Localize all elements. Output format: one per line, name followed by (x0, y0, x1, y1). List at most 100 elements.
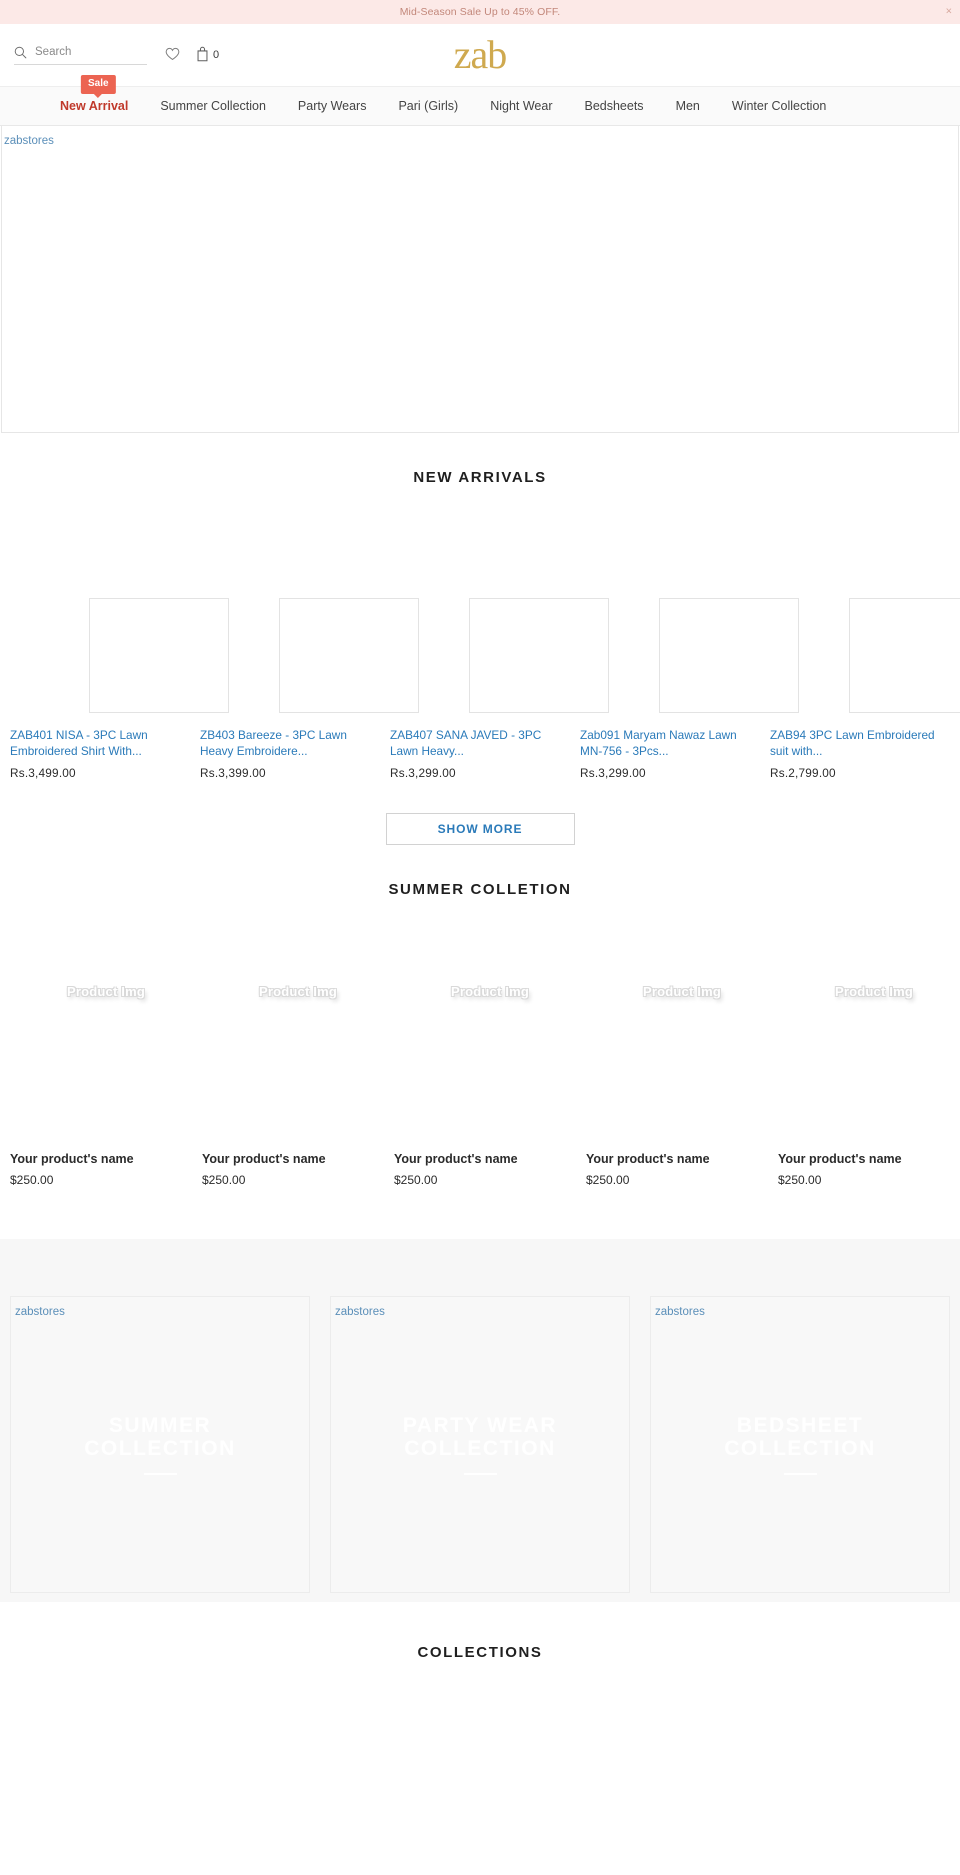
product-image-placeholder: Product Img (586, 954, 778, 1092)
product-title[interactable]: Your product's name (586, 1152, 778, 1166)
search-box[interactable] (14, 46, 147, 65)
cart-button[interactable]: 0 (196, 46, 219, 65)
placeholder-label: Product Img (258, 983, 338, 999)
new-arrivals-title: NEW ARRIVALS (413, 469, 547, 486)
announcement-text: Mid-Season Sale Up to 45% OFF. (399, 6, 561, 18)
product-card[interactable]: ZAB401 NISA - 3PC Lawn Embroidered Shirt… (10, 598, 229, 780)
product-card[interactable]: Product Img Your product's name $250.00 (202, 954, 394, 1187)
summer-collection-title: SUMMER COLLETION (388, 880, 572, 898)
announcement-bar: Mid-Season Sale Up to 45% OFF. × (0, 0, 960, 24)
hero-image-alt: zabstores (4, 135, 54, 147)
product-card[interactable]: ZAB94 3PC Lawn Embroidered suit with... … (770, 598, 960, 780)
search-input[interactable] (35, 46, 147, 58)
product-title[interactable]: Your product's name (778, 1152, 960, 1166)
product-image-frame (849, 598, 960, 713)
nav-label: Pari (Girls) (398, 99, 459, 113)
product-title[interactable]: Your product's name (202, 1152, 394, 1166)
product-price: $250.00 (394, 1172, 438, 1187)
nav-label: Party Wears (297, 99, 367, 113)
collection-card-bedsheet[interactable]: zabstores BEDSHEET COLLECTION (650, 1295, 950, 1593)
collections-section-title: COLLECTIONS (417, 1643, 543, 1661)
collection-overlay: SUMMER COLLECTION (11, 1414, 309, 1475)
nav-item-winter-collection[interactable]: Winter Collection (732, 99, 826, 113)
collection-title-line2: COLLECTION (724, 1437, 876, 1461)
collection-card-summer[interactable]: zabstores SUMMER COLLECTION (10, 1295, 310, 1593)
banner-image-alt: zabstores (335, 1305, 385, 1318)
product-price: Rs.3,399.00 (200, 765, 266, 780)
nav-label: Men (675, 99, 700, 113)
product-card[interactable]: Product Img Your product's name $250.00 (586, 954, 778, 1187)
collection-title-line2: COLLECTION (84, 1437, 236, 1461)
main-navigation: Sale New Arrival Summer Collection Party… (0, 75, 960, 126)
divider (783, 1472, 817, 1475)
product-price: Rs.2,799.00 (770, 765, 836, 780)
hero-banner[interactable]: zabstores (1, 126, 959, 433)
collection-title-line2: COLLECTION (404, 1437, 556, 1461)
product-image-placeholder: Product Img (394, 954, 586, 1092)
nav-item-bedsheets[interactable]: Bedsheets (584, 99, 643, 113)
site-header: 0 zab (0, 24, 960, 86)
placeholder-label: Product Img (834, 983, 914, 999)
product-card[interactable]: ZAB407 SANA JAVED - 3PC Lawn Heavy... Rs… (390, 598, 609, 780)
product-price: $250.00 (10, 1172, 54, 1187)
product-title[interactable]: ZAB401 NISA - 3PC Lawn Embroidered Shirt… (10, 727, 200, 760)
product-price: Rs.3,499.00 (10, 765, 76, 780)
nav-item-summer-collection[interactable]: Summer Collection (160, 99, 266, 113)
cart-count: 0 (213, 49, 220, 61)
nav-label: Night Wear (490, 99, 553, 113)
collection-banners-section: zabstores SUMMER COLLECTION zabstores PA… (0, 1238, 960, 1602)
collection-title-line1: BEDSHEET (736, 1413, 864, 1437)
collection-banner-row: zabstores SUMMER COLLECTION zabstores PA… (10, 1295, 950, 1593)
nav-item-night-wear[interactable]: Night Wear (490, 99, 552, 113)
nav-label: Summer Collection (160, 99, 266, 113)
collection-overlay: BEDSHEET COLLECTION (651, 1414, 949, 1475)
product-image-placeholder: Product Img (10, 954, 202, 1092)
product-title[interactable]: Zab091 Maryam Nawaz Lawn MN-756 - 3Pcs..… (580, 727, 770, 760)
collection-card-party-wear[interactable]: zabstores PARTY WEAR COLLECTION (330, 1295, 630, 1593)
product-title[interactable]: ZAB407 SANA JAVED - 3PC Lawn Heavy... (390, 727, 580, 760)
product-title[interactable]: Your product's name (10, 1152, 202, 1166)
nav-item-men[interactable]: Men (676, 99, 700, 113)
product-price: $250.00 (586, 1172, 630, 1187)
product-title[interactable]: Your product's name (394, 1152, 586, 1166)
summer-collection-grid: Product Img Your product's name $250.00 … (0, 954, 960, 1187)
collection-title-line1: PARTY WEAR (402, 1413, 558, 1437)
product-card[interactable]: Product Img Your product's name $250.00 (778, 954, 960, 1187)
logo-text[interactable]: zab (454, 35, 508, 75)
product-card[interactable]: Product Img Your product's name $250.00 (10, 954, 202, 1187)
heart-icon (165, 47, 180, 64)
product-title[interactable]: ZB403 Bareeze - 3PC Lawn Heavy Embroider… (200, 727, 390, 760)
nav-item-new-arrival[interactable]: Sale New Arrival (60, 75, 129, 113)
divider (463, 1472, 497, 1475)
header-utilities: 0 (14, 46, 219, 65)
banner-image-alt: zabstores (655, 1305, 705, 1318)
nav-item-party-wears[interactable]: Party Wears (298, 99, 367, 113)
product-card[interactable]: Product Img Your product's name $250.00 (394, 954, 586, 1187)
product-price: $250.00 (202, 1172, 246, 1187)
placeholder-label: Product Img (450, 983, 530, 999)
placeholder-label: Product Img (642, 983, 722, 999)
bag-icon (196, 46, 209, 65)
nav-label: Bedsheets (584, 99, 644, 113)
search-icon (14, 46, 27, 59)
divider (143, 1472, 177, 1475)
sale-badge: Sale (81, 75, 116, 98)
nav-label: New Arrival (60, 99, 129, 113)
new-arrivals-grid: ZAB401 NISA - 3PC Lawn Embroidered Shirt… (0, 598, 960, 780)
product-price: $250.00 (778, 1172, 822, 1187)
product-card[interactable]: Zab091 Maryam Nawaz Lawn MN-756 - 3Pcs..… (580, 598, 799, 780)
product-price: Rs.3,299.00 (390, 765, 456, 780)
product-image-placeholder: Product Img (778, 954, 960, 1092)
show-more-button[interactable]: SHOW MORE (385, 812, 575, 845)
banner-image-alt: zabstores (15, 1305, 65, 1318)
product-card[interactable]: ZB403 Bareeze - 3PC Lawn Heavy Embroider… (200, 598, 419, 780)
show-more-container: SHOW MORE (0, 812, 960, 845)
wishlist-button[interactable] (165, 47, 180, 64)
product-price: Rs.3,299.00 (580, 765, 646, 780)
close-icon[interactable]: × (946, 6, 952, 18)
collection-title-line1: SUMMER (108, 1413, 212, 1437)
nav-item-pari-girls[interactable]: Pari (Girls) (398, 99, 458, 113)
product-image-placeholder: Product Img (202, 954, 394, 1092)
collection-overlay: PARTY WEAR COLLECTION (331, 1414, 629, 1475)
product-title[interactable]: ZAB94 3PC Lawn Embroidered suit with... (770, 727, 960, 760)
